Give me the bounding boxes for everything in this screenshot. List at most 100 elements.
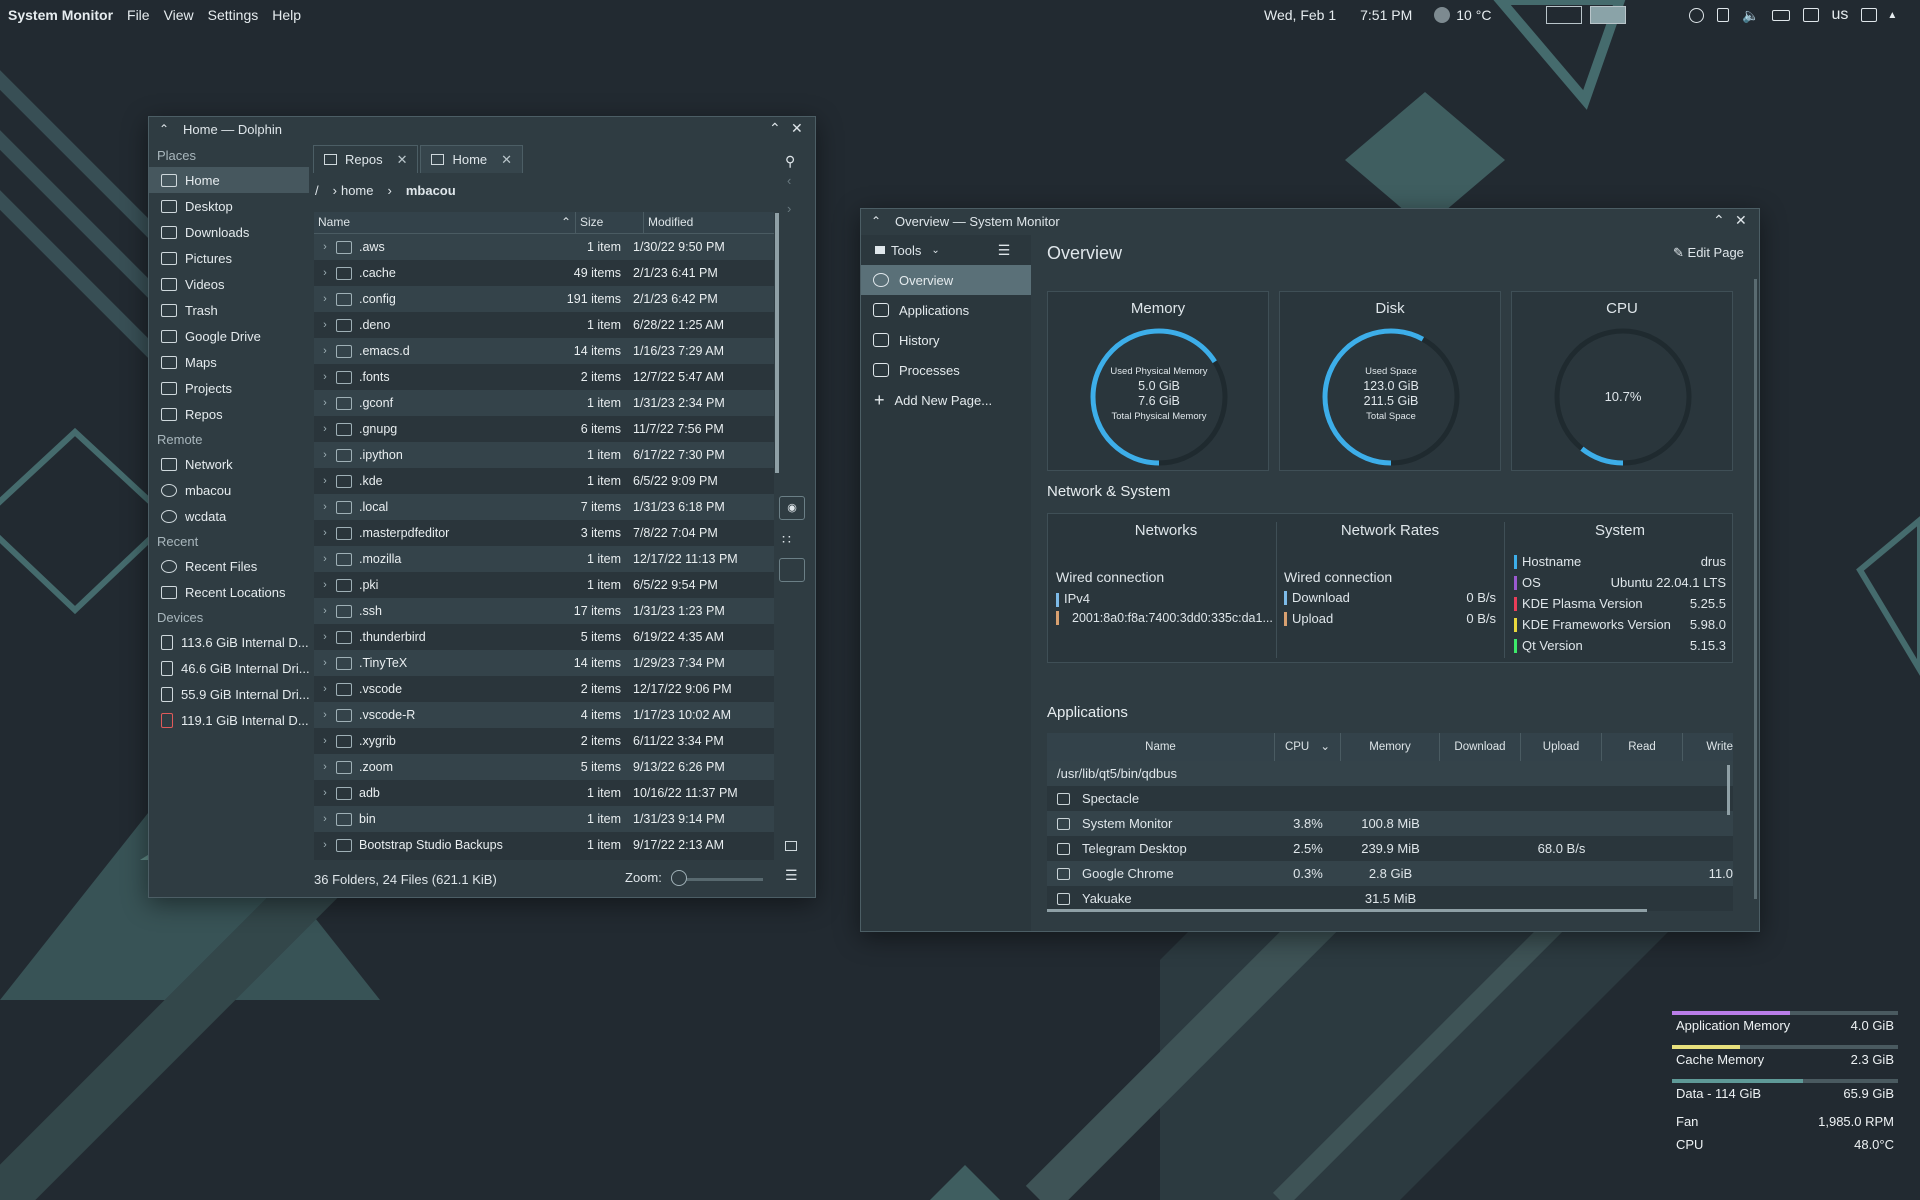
expand-chevron-icon[interactable]: ›	[314, 683, 336, 695]
file-row[interactable]: › .deno 1 item 6/28/22 1:25 AM	[314, 312, 774, 338]
expand-chevron-icon[interactable]: ›	[314, 241, 336, 253]
expand-chevron-icon[interactable]: ›	[314, 371, 336, 383]
place-videos[interactable]: Videos	[149, 271, 309, 297]
keyboard-layout[interactable]: us	[1831, 6, 1848, 24]
expand-chevron-icon[interactable]: ›	[314, 709, 336, 721]
expand-chevron-icon[interactable]: ›	[314, 527, 336, 539]
place-google-drive[interactable]: Google Drive	[149, 323, 309, 349]
expand-chevron-icon[interactable]: ›	[314, 553, 336, 565]
expand-chevron-icon[interactable]: ›	[314, 475, 336, 487]
col-name[interactable]: Name ⌃	[314, 212, 576, 233]
file-row[interactable]: › .emacs.d 14 items 1/16/23 7:29 AM	[314, 338, 774, 364]
expand-chevron-icon[interactable]: ›	[314, 579, 336, 591]
file-row[interactable]: › Bootstrap Studio Backups 1 item 9/17/22 2…	[314, 832, 774, 858]
recent-locations[interactable]: Recent Locations	[149, 579, 309, 605]
menu-file[interactable]: File	[127, 7, 150, 23]
file-row[interactable]: › .thunderbird 5 items 6/19/22 4:35 AM	[314, 624, 774, 650]
expand-chevron-icon[interactable]: ›	[314, 345, 336, 357]
place-pictures[interactable]: Pictures	[149, 245, 309, 271]
remote-wcdata[interactable]: wcdata	[149, 503, 309, 529]
application-row[interactable]: Yakuake 31.5 MiB	[1047, 886, 1733, 911]
file-row[interactable]: › .TinyTeX 14 items 1/29/23 7:34 PM	[314, 650, 774, 676]
col-app-name[interactable]: Name	[1047, 733, 1275, 761]
page-history[interactable]: History	[861, 325, 1031, 355]
col-app-memory[interactable]: Memory	[1341, 733, 1440, 761]
device-3[interactable]: 55.9 GiB Internal Dri...	[149, 681, 309, 707]
expand-chevron-icon[interactable]: ›	[314, 449, 336, 461]
place-downloads[interactable]: Downloads	[149, 219, 309, 245]
preview-icon[interactable]: ◉	[779, 496, 805, 520]
split-view-icon[interactable]	[779, 558, 805, 582]
horizontal-scrollbar[interactable]	[1047, 909, 1647, 912]
file-row[interactable]: › .cache 49 items 2/1/23 6:41 PM	[314, 260, 774, 286]
page-processes[interactable]: Processes	[861, 355, 1031, 385]
device-2[interactable]: 46.6 GiB Internal Dri...	[149, 655, 309, 681]
expand-chevron-icon[interactable]: ›	[314, 267, 336, 279]
col-app-download[interactable]: Download	[1440, 733, 1521, 761]
place-repos[interactable]: Repos	[149, 401, 309, 427]
file-row[interactable]: › .vscode 2 items 12/17/22 9:06 PM	[314, 676, 774, 702]
recent-files[interactable]: Recent Files	[149, 553, 309, 579]
application-row[interactable]: Spectacle	[1047, 786, 1733, 811]
scrollbar[interactable]	[1727, 765, 1730, 815]
edit-page-button[interactable]: ✎ Edit Page	[1673, 245, 1744, 261]
expand-chevron-icon[interactable]: ›	[314, 501, 336, 513]
clock[interactable]: 7:51 PM	[1360, 7, 1412, 23]
place-desktop[interactable]: Desktop	[149, 193, 309, 219]
tab-repos[interactable]: Repos ✕	[313, 145, 419, 173]
expand-chevron-icon[interactable]: ›	[314, 657, 336, 669]
maximize-button[interactable]: ⌃	[1713, 212, 1725, 229]
forward-icon[interactable]: ›	[787, 201, 791, 216]
clipboard-icon[interactable]	[1717, 8, 1729, 22]
window-menu-icon[interactable]: ⌃	[159, 122, 169, 136]
file-row[interactable]: › .masterpdfeditor 3 items 7/8/22 7:04 PM	[314, 520, 774, 546]
grid-view-icon[interactable]: ∷	[782, 531, 791, 548]
dolphin-titlebar[interactable]: ⌃ Home — Dolphin ⌃ ✕	[149, 117, 815, 143]
file-row[interactable]: › .gconf 1 item 1/31/23 2:34 PM	[314, 390, 774, 416]
col-app-read[interactable]: Read	[1602, 733, 1683, 761]
file-row[interactable]: › .ssh 17 items 1/31/23 1:23 PM	[314, 598, 774, 624]
add-new-page[interactable]: + Add New Page...	[861, 385, 1031, 415]
col-app-write[interactable]: Write	[1683, 733, 1733, 761]
desktop-pager-1[interactable]	[1546, 6, 1582, 24]
expand-chevron-icon[interactable]: ›	[314, 761, 336, 773]
panel-toggle-icon[interactable]	[785, 841, 797, 851]
col-size[interactable]: Size	[576, 212, 644, 233]
close-button[interactable]: ✕	[1735, 212, 1747, 229]
file-row[interactable]: › .mozilla 1 item 12/17/22 11:13 PM	[314, 546, 774, 572]
weather-icon[interactable]	[1434, 7, 1451, 23]
app-menu-title[interactable]: System Monitor	[8, 7, 113, 23]
file-row[interactable]: › .local 7 items 1/31/23 6:18 PM	[314, 494, 774, 520]
page-applications[interactable]: Applications	[861, 295, 1031, 325]
zoom-handle[interactable]	[671, 870, 687, 886]
expand-chevron-icon[interactable]: ›	[314, 735, 336, 747]
place-maps[interactable]: Maps	[149, 349, 309, 375]
window-menu-icon[interactable]: ⌃	[871, 214, 881, 228]
hamburger-menu-icon[interactable]: ☰	[998, 242, 1011, 259]
device-1[interactable]: 113.6 GiB Internal D...	[149, 629, 309, 655]
file-row[interactable]: › .xygrib 2 items 6/11/22 3:34 PM	[314, 728, 774, 754]
remote-network[interactable]: Network	[149, 451, 309, 477]
place-trash[interactable]: Trash	[149, 297, 309, 323]
crumb-home[interactable]: home	[341, 183, 374, 198]
menu-settings[interactable]: Settings	[208, 7, 259, 23]
expand-chevron-icon[interactable]: ›	[314, 423, 336, 435]
file-row[interactable]: › .ipython 1 item 6/17/22 7:30 PM	[314, 442, 774, 468]
file-row[interactable]: › .pki 1 item 6/5/22 9:54 PM	[314, 572, 774, 598]
file-row[interactable]: › .vscode-R 4 items 1/17/23 10:02 AM	[314, 702, 774, 728]
expand-chevron-icon[interactable]: ›	[314, 631, 336, 643]
file-row[interactable]: › .fonts 2 items 12/7/22 5:47 AM	[314, 364, 774, 390]
file-row[interactable]: › .kde 1 item 6/5/22 9:09 PM	[314, 468, 774, 494]
expand-chevron-icon[interactable]: ›	[314, 787, 336, 799]
date-label[interactable]: Wed, Feb 1	[1264, 7, 1336, 23]
remote-mbacou[interactable]: mbacou	[149, 477, 309, 503]
crumb-root[interactable]: /	[315, 183, 319, 198]
crumb-mbacou[interactable]: mbacou	[406, 183, 456, 198]
file-row[interactable]: › .config 191 items 2/1/23 6:42 PM	[314, 286, 774, 312]
menu-view[interactable]: View	[164, 7, 194, 23]
file-row[interactable]: › .gnupg 6 items 11/7/22 7:56 PM	[314, 416, 774, 442]
expand-chevron-icon[interactable]: ›	[314, 813, 336, 825]
col-modified[interactable]: Modified	[644, 212, 774, 233]
application-row[interactable]: /usr/lib/qt5/bin/qdbus	[1047, 761, 1733, 786]
expand-chevron-icon[interactable]: ›	[314, 397, 336, 409]
